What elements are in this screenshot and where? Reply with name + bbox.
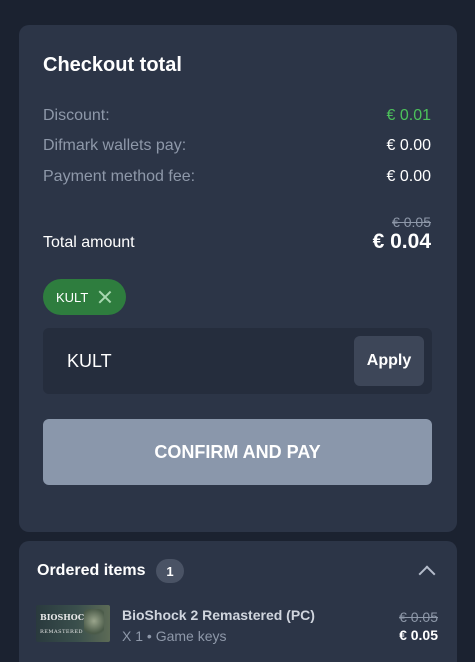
item-name: BioShock 2 Remastered (PC) <box>122 607 315 623</box>
ordered-items-panel: Ordered items 1 BIOSHOCK REMASTERED BioS… <box>19 541 457 662</box>
applied-coupon-chip: KULT <box>43 279 126 315</box>
promo-code-input[interactable] <box>43 328 343 394</box>
item-original-price: € 0.05 <box>399 609 438 625</box>
ordered-items-title: Ordered items <box>37 562 146 579</box>
apply-button[interactable]: Apply <box>354 336 424 386</box>
promo-code-box: Apply <box>43 328 432 394</box>
wallet-pay-value: € 0.00 <box>386 137 431 154</box>
total-amount-value: € 0.04 <box>372 230 431 253</box>
confirm-and-pay-button[interactable]: CONFIRM AND PAY <box>43 419 432 485</box>
discount-row: Discount: € 0.01 <box>43 107 431 125</box>
item-price: € 0.05 <box>399 627 438 643</box>
applied-coupon-code: KULT <box>56 289 89 305</box>
item-meta: X 1 • Game keys <box>122 628 227 644</box>
payment-fee-row: Payment method fee: € 0.00 <box>43 168 431 186</box>
chevron-up-icon[interactable] <box>418 565 436 583</box>
payment-fee-label: Payment method fee: <box>43 168 196 185</box>
discount-label: Discount: <box>43 107 110 124</box>
close-icon[interactable] <box>98 290 112 304</box>
game-thumbnail: BIOSHOCK REMASTERED <box>36 605 110 642</box>
thumbnail-figure <box>84 609 104 639</box>
wallet-pay-row: Difmark wallets pay: € 0.00 <box>43 137 431 155</box>
original-total: € 0.05 <box>392 214 431 230</box>
item-count-badge: 1 <box>156 559 184 583</box>
checkout-title: Checkout total <box>43 54 182 76</box>
discount-value: € 0.01 <box>386 107 431 124</box>
wallet-pay-label: Difmark wallets pay: <box>43 137 187 154</box>
checkout-total-card: Checkout total Discount: € 0.01 Difmark … <box>19 25 457 532</box>
payment-fee-value: € 0.00 <box>386 168 431 185</box>
total-amount-label: Total amount <box>43 234 135 251</box>
thumbnail-subtext: REMASTERED <box>40 629 83 635</box>
